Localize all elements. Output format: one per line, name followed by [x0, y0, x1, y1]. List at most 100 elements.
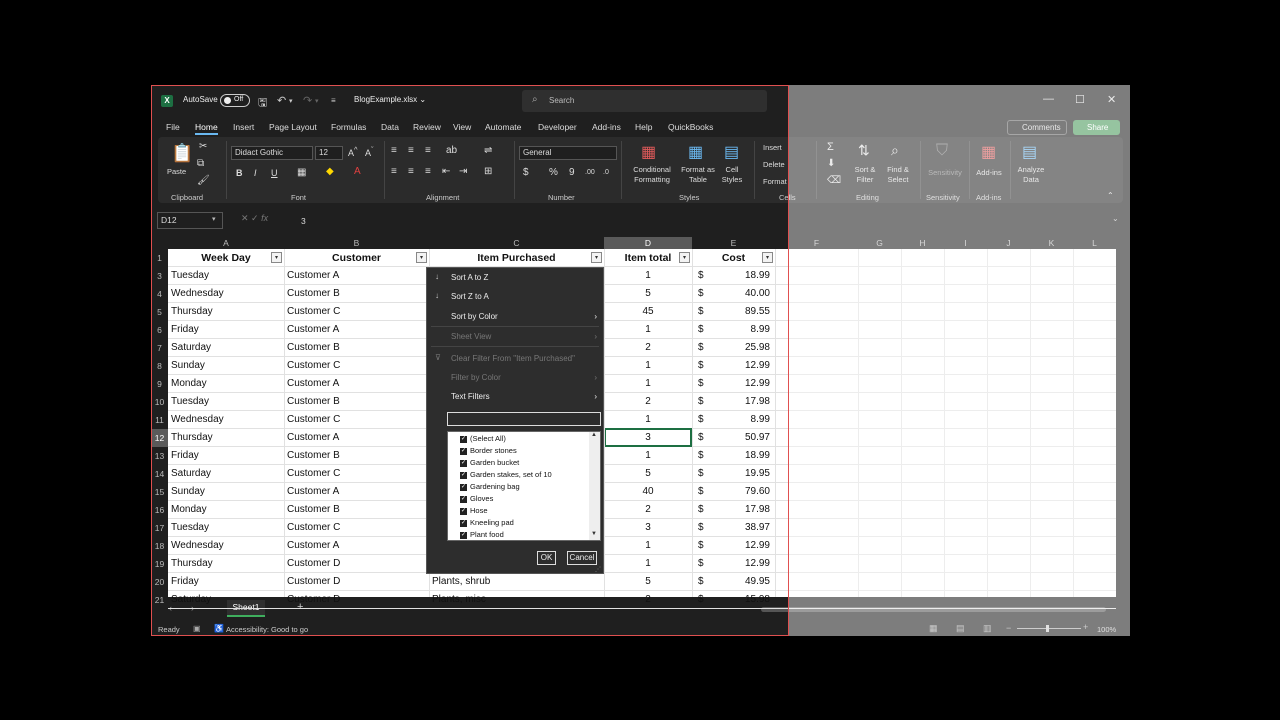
- cell-week-day[interactable]: Saturday: [171, 591, 281, 609]
- decrease-decimal-icon[interactable]: .0: [603, 169, 609, 176]
- cell-week-day[interactable]: Sunday: [171, 357, 281, 375]
- align-bottom-icon[interactable]: ≡: [425, 145, 431, 156]
- font-size-select[interactable]: 12: [315, 146, 343, 160]
- accessibility-icon[interactable]: ♿: [214, 624, 224, 633]
- tab-add-ins[interactable]: Add-ins: [592, 122, 621, 132]
- sensitivity-button[interactable]: Sensitivity: [925, 168, 965, 178]
- filter-dropdown-button[interactable]: ▾: [679, 252, 690, 263]
- number-format-select[interactable]: General: [519, 146, 617, 160]
- align-left-icon[interactable]: ≡: [391, 166, 397, 177]
- cell-customer[interactable]: Customer A: [287, 321, 427, 339]
- row-header[interactable]: 18: [151, 537, 168, 555]
- cell-currency[interactable]: $: [698, 339, 708, 357]
- cell-item-total[interactable]: 40: [604, 483, 692, 501]
- sort-a-to-z-item[interactable]: Sort A to Z: [451, 273, 488, 282]
- row-header[interactable]: 12: [151, 429, 168, 447]
- cell-styles-button[interactable]: Cell Styles: [717, 165, 747, 185]
- cell-item-total[interactable]: 1: [604, 411, 692, 429]
- cell-cost[interactable]: 18.99: [712, 447, 770, 465]
- cell-item-total[interactable]: 1: [604, 321, 692, 339]
- filter-values-list[interactable]: ✓ (Select All) ✓ Border stones ✓ Garden bucke…: [447, 431, 601, 541]
- table-header-cell[interactable]: Week Day: [168, 249, 284, 267]
- tab-help[interactable]: Help: [635, 122, 652, 132]
- cell-week-day[interactable]: Thursday: [171, 303, 281, 321]
- cell-week-day[interactable]: Tuesday: [171, 393, 281, 411]
- align-top-icon[interactable]: ≡: [391, 145, 397, 156]
- tab-review[interactable]: Review: [413, 122, 441, 132]
- cell-customer[interactable]: Customer C: [287, 303, 427, 321]
- font-color-icon[interactable]: A: [354, 166, 361, 177]
- increase-indent-icon[interactable]: ⇥: [459, 166, 467, 177]
- page-layout-view-icon[interactable]: ▤: [956, 623, 965, 634]
- cell-week-day[interactable]: Friday: [171, 321, 281, 339]
- align-right-icon[interactable]: ≡: [425, 166, 431, 177]
- cell-week-day[interactable]: Tuesday: [171, 267, 281, 285]
- customize-toolbar-icon[interactable]: ≡: [331, 96, 336, 105]
- undo-dropdown-icon[interactable]: ▾: [289, 97, 293, 105]
- cell-customer[interactable]: Customer D: [287, 555, 427, 573]
- col-header-c[interactable]: C: [429, 237, 604, 249]
- cell-item-total[interactable]: 5: [604, 573, 692, 591]
- filter-value-item[interactable]: ✓ Garden bucket: [460, 458, 519, 467]
- cell-customer[interactable]: Customer B: [287, 285, 427, 303]
- col-header-a[interactable]: A: [168, 237, 284, 249]
- row-header[interactable]: 8: [151, 357, 168, 375]
- sort-filter-icon[interactable]: ⇅: [858, 142, 870, 159]
- cell-cost[interactable]: 12.99: [712, 375, 770, 393]
- cell-cost[interactable]: 79.60: [712, 483, 770, 501]
- cell-cost[interactable]: 17.98: [712, 501, 770, 519]
- filter-dropdown-button[interactable]: ▾: [762, 252, 773, 263]
- cell-customer[interactable]: Customer B: [287, 339, 427, 357]
- col-header-l[interactable]: L: [1073, 237, 1116, 249]
- currency-button[interactable]: $: [523, 167, 529, 178]
- tab-data[interactable]: Data: [381, 122, 399, 132]
- cell-item-purchased[interactable]: Plants, misc: [432, 591, 602, 609]
- scroll-down-icon[interactable]: ▼: [591, 531, 597, 537]
- zoom-out-icon[interactable]: −: [1006, 623, 1011, 633]
- tab-file[interactable]: File: [166, 122, 180, 132]
- cell-customer[interactable]: Customer B: [287, 447, 427, 465]
- tab-automate[interactable]: Automate: [485, 122, 521, 132]
- cell-currency[interactable]: $: [698, 483, 708, 501]
- conditional-formatting-button[interactable]: Conditional Formatting: [626, 165, 678, 185]
- add-ins-button[interactable]: Add-ins: [973, 168, 1005, 178]
- chevron-down-icon[interactable]: ▾: [212, 215, 216, 223]
- bold-button[interactable]: B: [236, 168, 243, 178]
- checkbox-checked-icon[interactable]: ✓: [460, 435, 467, 443]
- cell-currency[interactable]: $: [698, 303, 708, 321]
- save-icon[interactable]: 🖫: [258, 94, 267, 113]
- search-box[interactable]: ⌕ Search: [522, 90, 767, 112]
- cell-customer[interactable]: Customer D: [287, 573, 427, 591]
- find-select-button[interactable]: Find & Select: [882, 165, 914, 185]
- find-select-icon[interactable]: ⌕: [891, 142, 899, 159]
- cell-week-day[interactable]: Wednesday: [171, 411, 281, 429]
- collapse-ribbon-icon[interactable]: ⌃: [1107, 191, 1114, 200]
- align-middle-icon[interactable]: ≡: [408, 145, 414, 156]
- cell-currency[interactable]: $: [698, 357, 708, 375]
- sensitivity-icon[interactable]: ⛉: [936, 142, 948, 160]
- cell-styles-icon[interactable]: ▤: [724, 142, 739, 162]
- cell-currency[interactable]: $: [698, 519, 708, 537]
- redo-dropdown-icon[interactable]: ▾: [315, 97, 319, 105]
- row-header[interactable]: 1: [151, 249, 168, 267]
- row-header[interactable]: 6: [151, 321, 168, 339]
- row-header[interactable]: 9: [151, 375, 168, 393]
- row-header[interactable]: 16: [151, 501, 168, 519]
- formula-input[interactable]: 3: [301, 216, 306, 226]
- checkbox-checked-icon[interactable]: ✓: [460, 531, 467, 539]
- cell-cost[interactable]: 12.99: [712, 537, 770, 555]
- cell-item-total[interactable]: 2: [604, 393, 692, 411]
- row-header[interactable]: 14: [151, 465, 168, 483]
- row-header[interactable]: 13: [151, 447, 168, 465]
- paste-icon[interactable]: 📋: [171, 143, 193, 164]
- cell-cost[interactable]: 19.95: [712, 465, 770, 483]
- checkbox-checked-icon[interactable]: ✓: [460, 507, 467, 515]
- row-header[interactable]: 3: [151, 267, 168, 285]
- cell-customer[interactable]: Customer C: [287, 519, 427, 537]
- cell-cost[interactable]: 25.98: [712, 339, 770, 357]
- cell-cost[interactable]: 38.97: [712, 519, 770, 537]
- col-header-j[interactable]: J: [987, 237, 1030, 249]
- zoom-in-icon[interactable]: +: [1083, 622, 1088, 632]
- cell-currency[interactable]: $: [698, 591, 708, 609]
- underline-button[interactable]: U: [271, 168, 278, 178]
